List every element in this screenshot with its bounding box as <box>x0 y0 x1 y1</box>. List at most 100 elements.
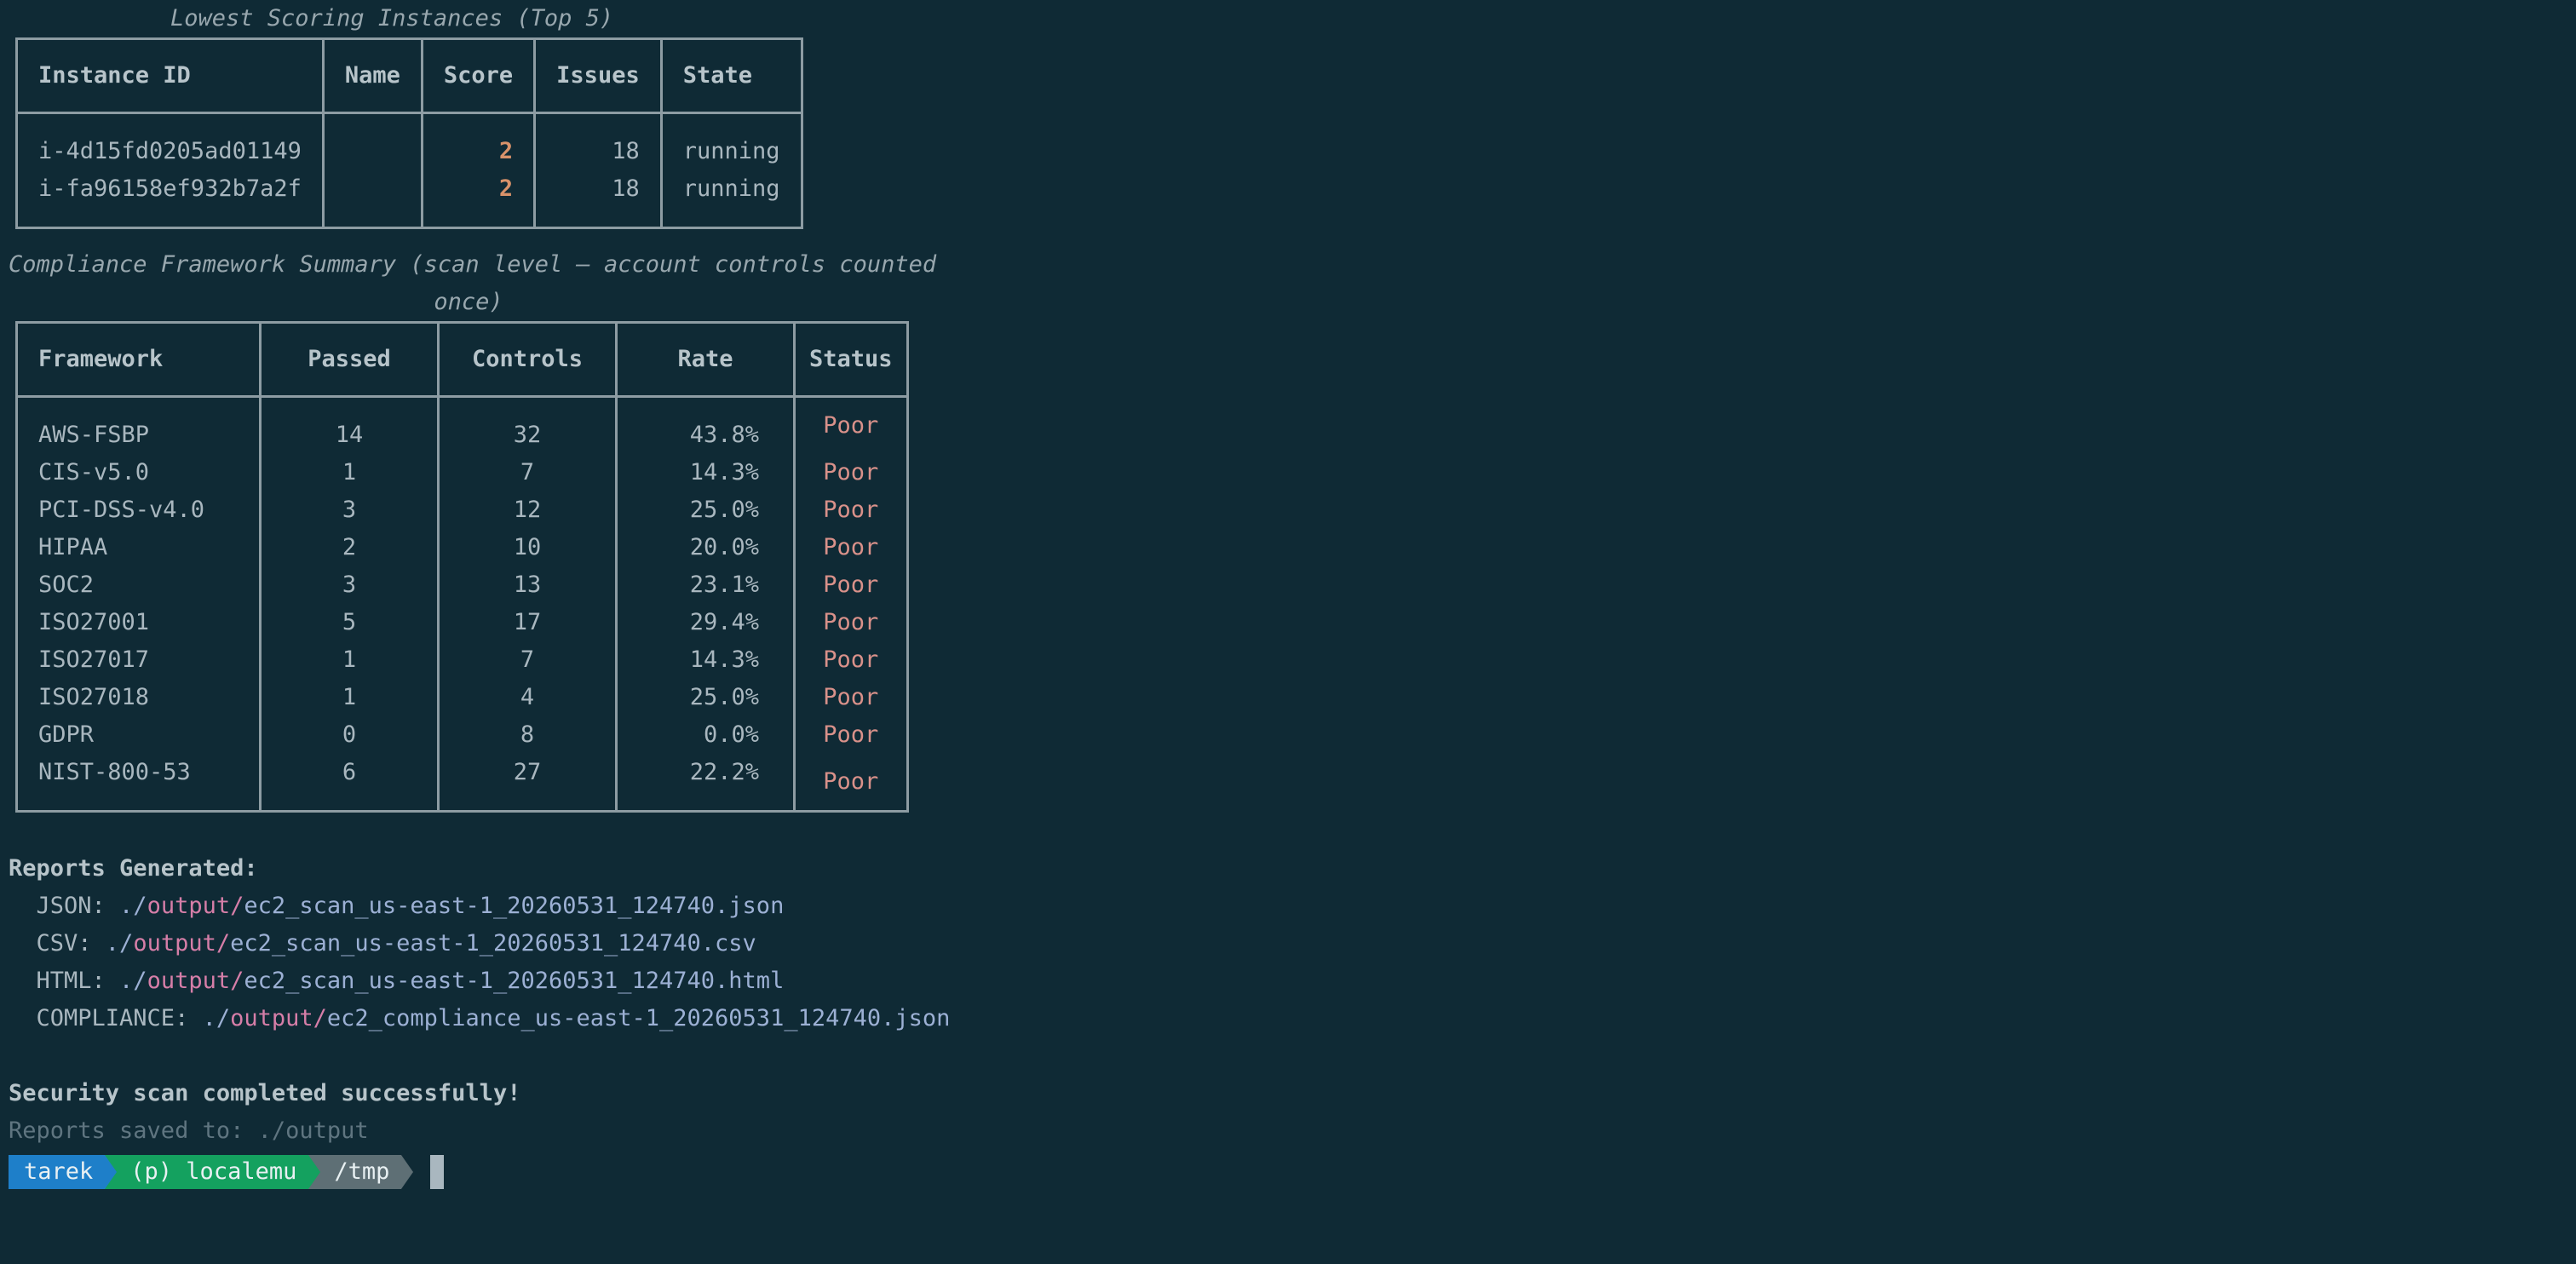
report-path-file[interactable]: ec2_scan_us-east-1_20260531_124740.json <box>244 893 784 919</box>
compliance-table: Framework Passed Controls Rate Status AW… <box>15 321 909 813</box>
status-badge: Poor <box>793 641 909 679</box>
prompt-user-segment: tarek <box>9 1155 106 1189</box>
pass-rate: 20.0% <box>615 529 796 566</box>
status-badge: Poor <box>793 529 909 566</box>
col-state: State <box>659 37 803 114</box>
passed-count: 5 <box>259 604 440 641</box>
framework-name: HIPAA <box>15 529 262 566</box>
status-badge: Poor <box>793 454 909 491</box>
status-badge: Poor <box>793 604 909 641</box>
report-path-dir[interactable]: output/ <box>230 1005 327 1031</box>
success-message: Security scan completed successfully! <box>9 1080 521 1106</box>
passed-count: 14 <box>259 396 440 454</box>
controls-count: 32 <box>437 396 618 454</box>
status-badge: Poor <box>793 754 909 813</box>
framework-name: CIS-v5.0 <box>15 454 262 491</box>
instance-name <box>321 170 423 229</box>
shell-prompt: tarek (p) localemu /tmp <box>9 1153 950 1191</box>
report-line: JSON: ./output/ec2_scan_us-east-1_202605… <box>9 888 950 925</box>
report-path-file[interactable]: ec2_scan_us-east-1_20260531_124740.html <box>244 968 784 994</box>
report-label: HTML: <box>9 968 120 994</box>
controls-count: 17 <box>437 604 618 641</box>
table-row: NIST-800-53 6 27 22.2% Poor <box>15 754 909 813</box>
report-label: COMPLIANCE: <box>9 1005 203 1031</box>
lowest-scoring-table: Instance ID Name Score Issues State i-4d… <box>15 37 803 229</box>
pass-rate: 14.3% <box>615 454 796 491</box>
passed-count: 3 <box>259 491 440 529</box>
table-row: ISO27017 1 7 14.3% Poor <box>15 641 909 679</box>
terminal-cursor[interactable] <box>430 1155 445 1189</box>
instance-issues: 18 <box>533 112 663 170</box>
table-row: SOC2 3 13 23.1% Poor <box>15 566 909 604</box>
table-row: i-fa96158ef932b7a2f 2 18 running <box>15 170 803 229</box>
passed-count: 3 <box>259 566 440 604</box>
reports-saved-message: Reports saved to: ./output <box>9 1117 369 1144</box>
instance-name <box>321 112 423 170</box>
report-path-file[interactable]: ec2_scan_us-east-1_20260531_124740.csv <box>230 930 756 957</box>
report-path-prefix[interactable]: ./ <box>203 1005 231 1031</box>
reports-heading: Reports Generated: <box>9 855 258 882</box>
report-path-dir[interactable]: output/ <box>147 893 244 919</box>
compliance-title-line2: once) <box>434 289 503 315</box>
instance-id: i-4d15fd0205ad01149 <box>15 112 325 170</box>
terminal-output: Lowest Scoring Instances (Top 5) Instanc… <box>9 0 950 1191</box>
report-path-dir[interactable]: output/ <box>133 930 230 957</box>
col-controls: Controls <box>437 321 618 398</box>
passed-count: 2 <box>259 529 440 566</box>
report-path-prefix[interactable]: ./ <box>119 968 147 994</box>
controls-count: 7 <box>437 454 618 491</box>
reports-list: JSON: ./output/ec2_scan_us-east-1_202605… <box>9 888 951 1037</box>
report-path-dir[interactable]: output/ <box>147 968 244 994</box>
segment-separator <box>308 1155 321 1189</box>
passed-count: 1 <box>259 641 440 679</box>
col-framework: Framework <box>15 321 262 398</box>
passed-count: 1 <box>259 454 440 491</box>
controls-count: 4 <box>437 679 618 716</box>
table-row: AWS-FSBP 14 32 43.8% Poor <box>15 396 909 454</box>
prompt-dir-segment: /tmp <box>308 1155 402 1189</box>
table-row: i-4d15fd0205ad01149 2 18 running <box>15 112 803 170</box>
status-badge: Poor <box>793 716 909 754</box>
framework-name: ISO27018 <box>15 679 262 716</box>
table-header-row: Framework Passed Controls Rate Status <box>15 321 909 398</box>
instance-issues: 18 <box>533 170 663 229</box>
pass-rate: 22.2% <box>615 754 796 813</box>
report-line: COMPLIANCE: ./output/ec2_compliance_us-e… <box>9 1000 951 1037</box>
report-label: JSON: <box>9 893 120 919</box>
compliance-title-line1: Compliance Framework Summary (scan level… <box>9 251 937 278</box>
col-score: Score <box>420 37 537 114</box>
controls-count: 10 <box>437 529 618 566</box>
table-row: GDPR 0 8 0.0% Poor <box>15 716 909 754</box>
table-row: HIPAA 2 10 20.0% Poor <box>15 529 909 566</box>
segment-separator <box>401 1155 414 1189</box>
table-row: PCI-DSS-v4.0 3 12 25.0% Poor <box>15 491 909 529</box>
col-status: Status <box>793 321 909 398</box>
controls-count: 8 <box>437 716 618 754</box>
col-rate: Rate <box>615 321 796 398</box>
status-badge: Poor <box>793 491 909 529</box>
instance-score: 2 <box>420 112 537 170</box>
controls-count: 13 <box>437 566 618 604</box>
report-path-file[interactable]: ec2_compliance_us-east-1_20260531_124740… <box>327 1005 951 1031</box>
segment-separator <box>105 1155 118 1189</box>
col-instance-id: Instance ID <box>15 37 325 114</box>
col-issues: Issues <box>533 37 663 114</box>
lowest-scoring-title: Lowest Scoring Instances (Top 5) <box>170 5 614 32</box>
pass-rate: 25.0% <box>615 491 796 529</box>
framework-name: ISO27017 <box>15 641 262 679</box>
prompt-env-segment: (p) localemu <box>105 1155 309 1189</box>
report-path-prefix[interactable]: ./ <box>119 893 147 919</box>
pass-rate: 29.4% <box>615 604 796 641</box>
report-line: HTML: ./output/ec2_scan_us-east-1_202605… <box>9 962 950 1000</box>
instance-state: running <box>659 112 803 170</box>
pass-rate: 25.0% <box>615 679 796 716</box>
instance-score: 2 <box>420 170 537 229</box>
report-path-prefix[interactable]: ./ <box>106 930 134 957</box>
pass-rate: 43.8% <box>615 396 796 454</box>
framework-name: GDPR <box>15 716 262 754</box>
framework-name: ISO27001 <box>15 604 262 641</box>
framework-name: AWS-FSBP <box>15 396 262 454</box>
report-line: CSV: ./output/ec2_scan_us-east-1_2026053… <box>9 925 950 962</box>
col-name: Name <box>321 37 423 114</box>
status-badge: Poor <box>793 396 909 454</box>
